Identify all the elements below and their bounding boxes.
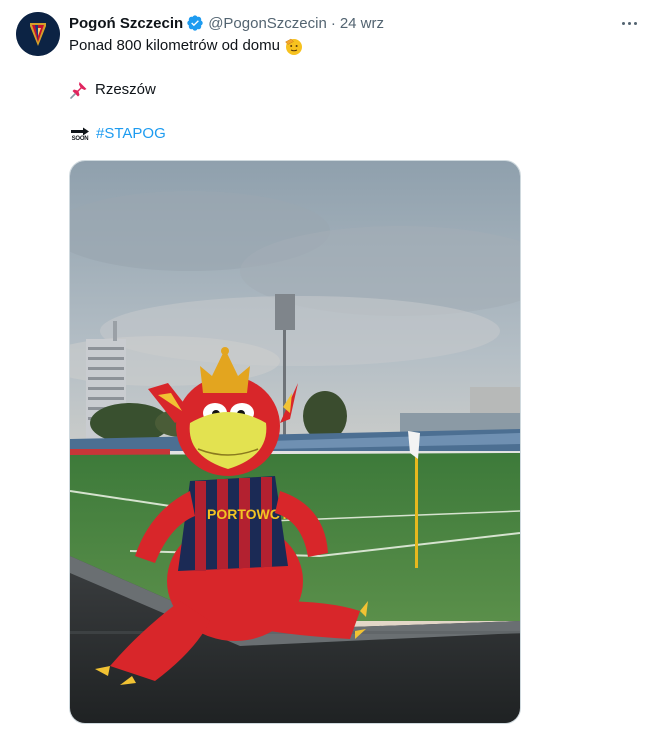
text-line-2: Rzeszów (69, 79, 629, 101)
tweet-header: Pogoń Szczecin @PogonSzczecin · 24 wrz (69, 12, 617, 34)
verified-badge-icon (187, 15, 203, 31)
soon-label: SOON (71, 135, 89, 142)
avatar[interactable] (16, 12, 60, 56)
text-line-1: Ponad 800 kilometrów od domu (69, 35, 629, 57)
separator-dot: · (330, 14, 336, 32)
text-line-3: SOON #STAPOG (69, 123, 629, 145)
tweet-date[interactable]: 24 wrz (340, 15, 384, 32)
club-crest-icon (16, 12, 60, 56)
tweet-photo[interactable]: PORTOWCY (69, 160, 521, 724)
author-name[interactable]: Pogoń Szczecin (69, 15, 183, 32)
hashtag-link[interactable]: #STAPOG (96, 123, 166, 145)
saluting-face-icon (285, 38, 302, 55)
tweet-text: Ponad 800 kilometrów od domu Rzeszów SOO… (69, 35, 629, 145)
tweet-text-line: Ponad 800 kilometrów od domu (69, 37, 280, 54)
more-options-icon[interactable] (619, 13, 639, 33)
author-handle[interactable]: @PogonSzczecin (208, 15, 327, 32)
soon-arrow-icon: SOON (69, 127, 91, 142)
pushpin-icon (70, 82, 87, 99)
stadium-mascot-image: PORTOWCY (70, 161, 520, 723)
location-text: Rzeszów (95, 81, 156, 98)
tweet-card[interactable]: Pogoń Szczecin @PogonSzczecin · 24 wrz P… (0, 0, 657, 735)
